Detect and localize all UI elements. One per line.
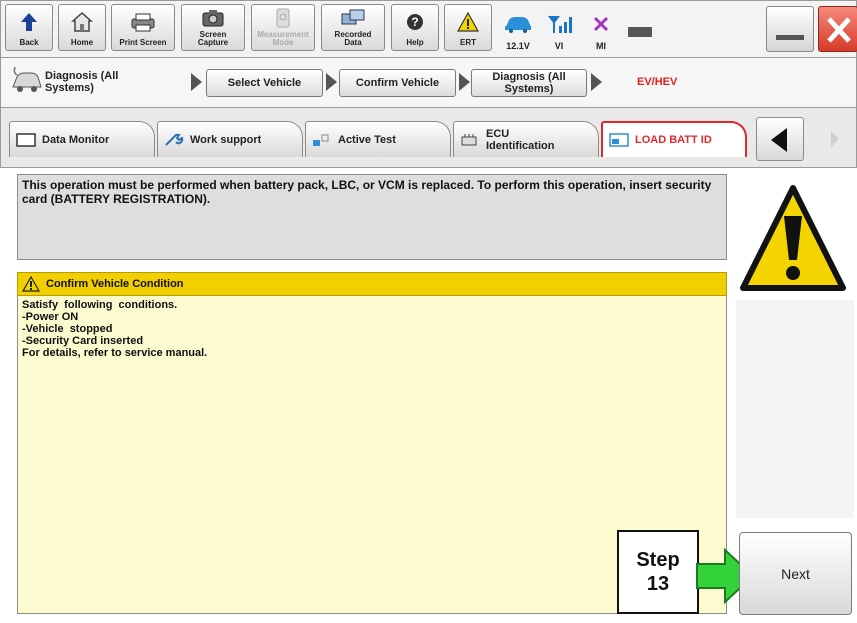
help-icon: ?	[406, 5, 424, 39]
recorded-data-button[interactable]: Recorded Data	[321, 4, 385, 51]
condition-line: -Security Card inserted	[22, 335, 144, 347]
tab-bar: Data Monitor Work support Active Test EC…	[0, 108, 857, 168]
condition-line: Satisfy following conditions.	[22, 299, 178, 311]
diagnosis-all-systems-button[interactable]: Diagnosis (All Systems)	[471, 69, 587, 97]
tab-active-test[interactable]: Active Test	[305, 121, 451, 157]
operation-message: This operation must be performed when ba…	[17, 174, 727, 260]
condition-line: -Vehicle stopped	[22, 323, 113, 335]
camera-icon	[201, 5, 225, 31]
breadcrumb-arrow-icon	[326, 73, 337, 91]
tab-work-support[interactable]: Work support	[157, 121, 303, 157]
recorded-data-icon	[340, 5, 366, 31]
measurement-mode-button[interactable]: Measurement Mode	[251, 4, 315, 51]
breadcrumb-arrow-icon	[191, 73, 202, 91]
active-test-icon	[313, 134, 329, 146]
condition-line: -Power ON	[22, 311, 79, 323]
select-vehicle-button[interactable]: Select Vehicle	[206, 69, 323, 97]
tab-ecu-identification[interactable]: ECU Identification	[453, 121, 599, 157]
tab-scroll-right-button[interactable]	[809, 117, 857, 161]
car-icon	[503, 7, 533, 41]
connection-indicator-icon	[627, 25, 653, 39]
signal-icon	[546, 7, 572, 41]
condition-header: Confirm Vehicle Condition	[17, 272, 727, 296]
tab-data-monitor[interactable]: Data Monitor	[9, 121, 155, 157]
monitor-icon	[16, 132, 36, 147]
condition-line: For details, refer to service manual.	[22, 347, 208, 359]
confirm-vehicle-button[interactable]: Confirm Vehicle	[339, 69, 456, 97]
breadcrumb-diagnosis-home[interactable]: Diagnosis (All Systems)	[7, 62, 177, 102]
ecu-icon	[461, 133, 477, 145]
side-panel	[736, 300, 854, 518]
printer-icon	[130, 5, 156, 39]
next-button[interactable]: Next	[739, 532, 852, 615]
breadcrumb: Diagnosis (All Systems) Select Vehicle C…	[0, 58, 857, 108]
ert-button[interactable]: ERT	[444, 4, 492, 51]
breadcrumb-arrow-icon	[459, 73, 470, 91]
svg-text:?: ?	[411, 15, 418, 29]
back-arrow-icon	[20, 5, 38, 39]
chevron-right-icon	[831, 131, 839, 147]
tab-scroll-left-button[interactable]	[756, 117, 804, 161]
minimize-button[interactable]	[766, 6, 814, 52]
disconnected-x-icon	[592, 7, 610, 41]
step-annotation: Step 13	[617, 530, 699, 614]
battery-voltage-status: 12.1V	[498, 7, 538, 51]
vi-status: VI	[539, 7, 579, 51]
chevron-left-icon	[771, 128, 787, 152]
home-button[interactable]: Home	[58, 4, 106, 51]
large-warning-icon	[740, 185, 846, 291]
top-toolbar: Back Home Print Screen Screen Capture Me…	[0, 0, 857, 58]
battery-id-icon	[609, 133, 629, 147]
close-icon	[827, 17, 851, 43]
home-icon	[71, 5, 93, 39]
help-button[interactable]: ? Help	[391, 4, 439, 51]
wrench-icon	[165, 133, 184, 146]
vehicle-diagnosis-icon	[12, 66, 42, 92]
back-button[interactable]: Back	[5, 4, 53, 51]
warning-triangle-icon	[457, 5, 479, 39]
tab-load-batt-id[interactable]: LOAD BATT ID	[601, 121, 747, 157]
warning-triangle-icon	[22, 276, 40, 292]
close-button[interactable]	[818, 6, 857, 52]
meter-icon	[275, 5, 291, 31]
mi-status: MI	[581, 7, 621, 51]
screen-capture-button[interactable]: Screen Capture	[181, 4, 245, 51]
print-screen-button[interactable]: Print Screen	[111, 4, 175, 51]
breadcrumb-arrow-icon	[591, 73, 602, 91]
breadcrumb-current: EV/HEV	[637, 76, 678, 88]
